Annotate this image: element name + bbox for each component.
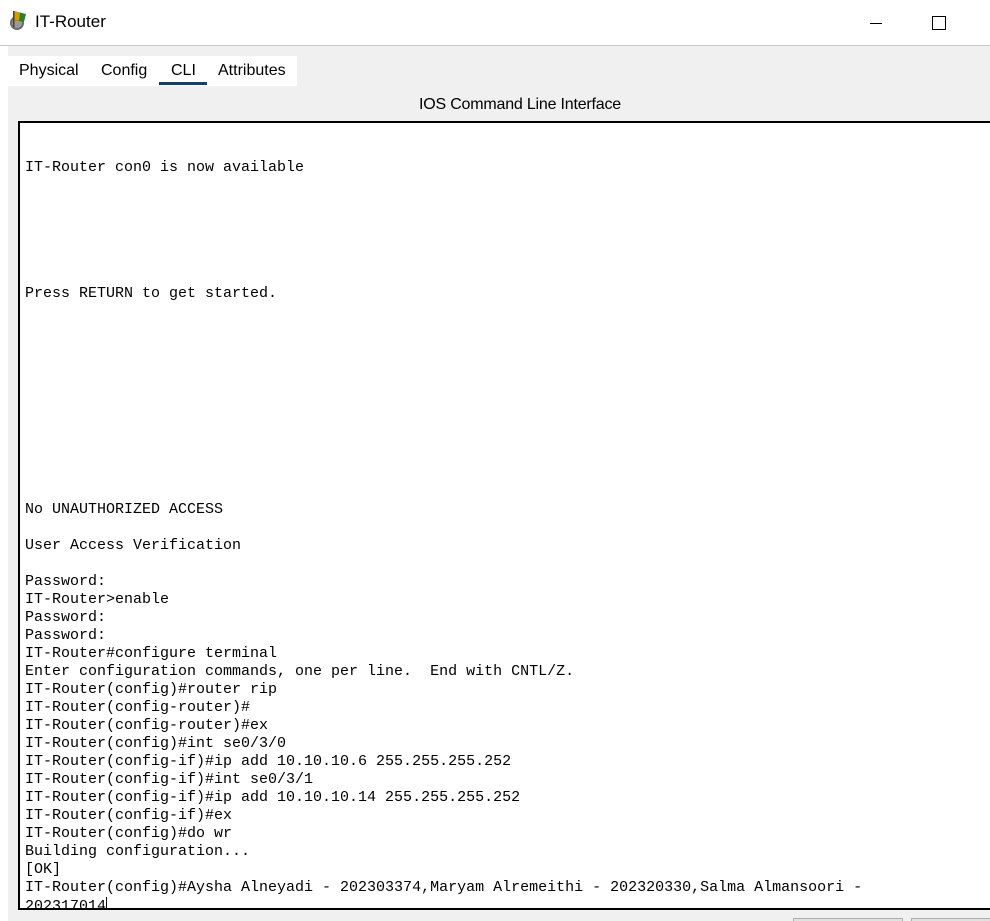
terminal-line: IT-Router(config)#int se0/3/0 xyxy=(25,735,287,752)
cli-terminal[interactable]: IT-Router con0 is now available Press RE… xyxy=(18,121,990,910)
terminal-line: Press RETURN to get started. xyxy=(25,285,278,302)
active-tab-indicator xyxy=(159,82,207,85)
terminal-line: IT-Router>enable xyxy=(25,591,170,608)
section-title: IOS Command Line Interface xyxy=(8,96,990,114)
terminal-line: IT-Router(config)#Aysha Alneyadi - 20230… xyxy=(25,879,863,896)
maximize-icon xyxy=(932,16,946,30)
minimize-button[interactable] xyxy=(856,6,896,40)
window-title: IT-Router xyxy=(35,12,106,31)
terminal-line: Enter configuration commands, one per li… xyxy=(25,663,575,680)
terminal-line: IT-Router(config)#do wr xyxy=(25,825,233,842)
device-panel: Physical Config CLI Attributes IOS Comma… xyxy=(8,46,990,921)
section-title-text: IOS Command Line Interface xyxy=(418,96,621,113)
terminal-line: Building configuration... xyxy=(25,843,251,860)
tab-bar: Physical Config CLI Attributes xyxy=(8,56,990,86)
title-bar[interactable]: IT-Router xyxy=(0,0,990,46)
terminal-line: IT-Router(config-if)#ip add 10.10.10.14 … xyxy=(25,789,521,806)
terminal-output[interactable]: IT-Router con0 is now available Press RE… xyxy=(25,123,863,910)
terminal-line: [OK] xyxy=(25,861,62,878)
terminal-line: IT-Router(config-if)#ex xyxy=(25,807,233,824)
router-window: IT-Router Physical Config CLI Attributes… xyxy=(0,0,990,921)
text-cursor xyxy=(106,897,108,908)
terminal-line: 202317014 xyxy=(25,898,107,910)
router-app-icon xyxy=(10,11,26,30)
terminal-line: IT-Router#configure terminal xyxy=(25,645,278,662)
terminal-line: IT-Router(config)#router rip xyxy=(25,681,278,698)
terminal-line: User Access Verification xyxy=(25,537,242,554)
terminal-line: IT-Router con0 is now available xyxy=(25,159,305,176)
terminal-line: IT-Router(config-router)# xyxy=(25,699,251,716)
terminal-line: Password: xyxy=(25,609,107,626)
tab-physical[interactable]: Physical xyxy=(19,62,79,80)
maximize-button[interactable] xyxy=(919,6,959,40)
terminal-line: IT-Router(config-if)#int se0/3/1 xyxy=(25,771,314,788)
tab-attributes[interactable]: Attributes xyxy=(218,62,286,80)
terminal-line: Password: xyxy=(25,627,107,644)
terminal-line: IT-Router(config-router)#ex xyxy=(25,717,269,734)
minimize-icon xyxy=(870,22,882,24)
tab-cli[interactable]: CLI xyxy=(171,62,196,80)
terminal-line: No UNAUTHORIZED ACCESS xyxy=(25,501,224,518)
terminal-line: Password: xyxy=(25,573,107,590)
tab-config[interactable]: Config xyxy=(101,62,147,80)
terminal-line: IT-Router(config-if)#ip add 10.10.10.6 2… xyxy=(25,753,512,770)
